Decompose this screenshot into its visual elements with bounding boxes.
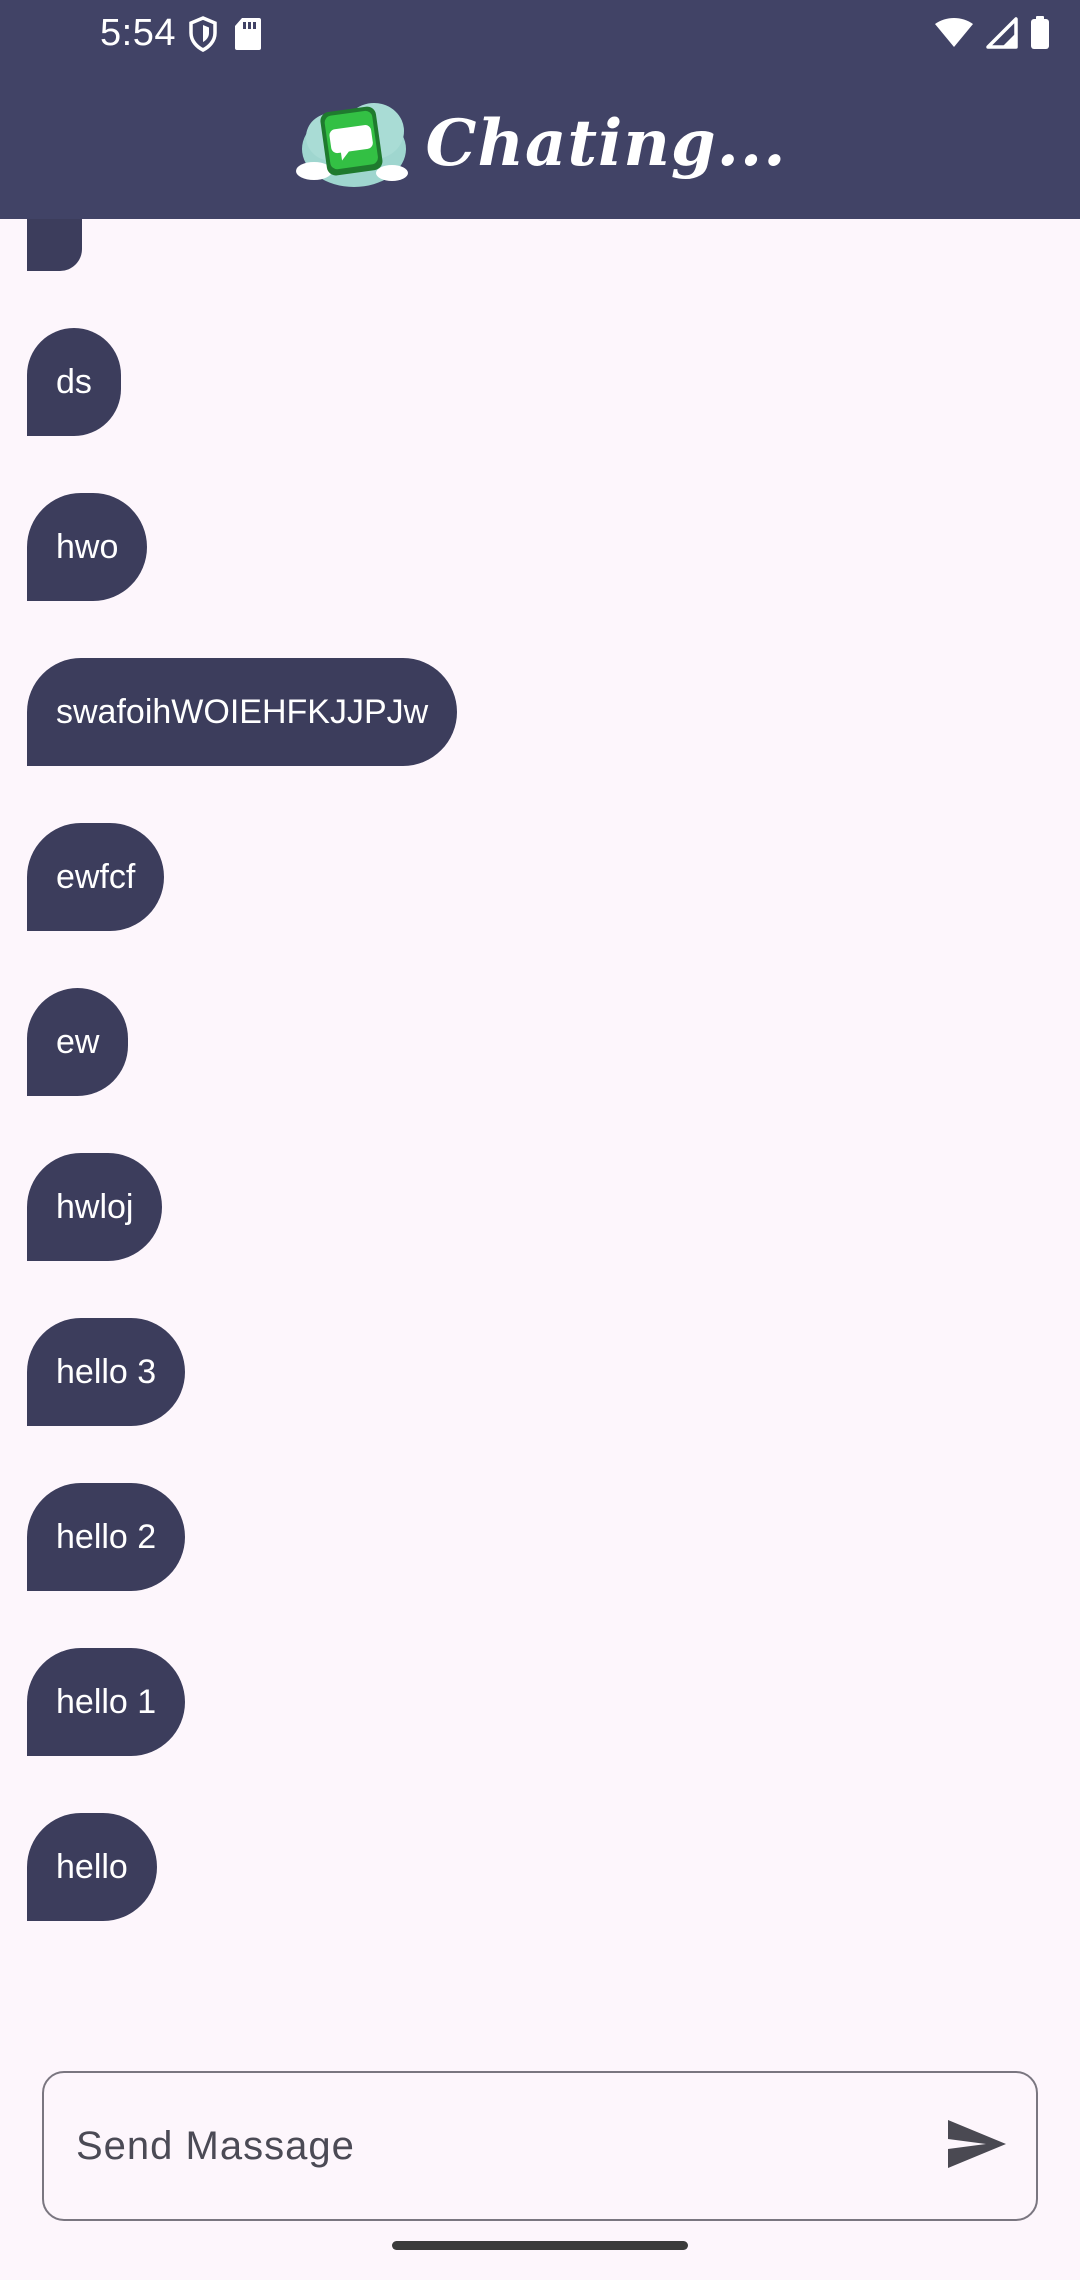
message-bubble[interactable]: ewfcf [27,823,165,931]
status-left-icons [188,16,262,57]
sd-card-icon [234,17,262,56]
message-bubble-partial[interactable] [27,219,82,271]
wifi-icon [934,17,974,54]
chat-cloud-logo-icon [294,89,414,198]
message-composer [42,2071,1038,2221]
message-bubble[interactable]: swafoihWOIEHFKJJPJw [27,658,458,766]
app-title: Chating... [425,105,787,181]
status-right-icons [934,16,1050,55]
message-bubble[interactable]: ds [27,328,121,436]
send-icon [946,2118,1008,2175]
message-bubble[interactable]: hwo [27,493,148,601]
signal-icon [986,17,1018,54]
title-area: Chating... [0,88,1080,198]
battery-icon [1030,16,1050,55]
send-button[interactable] [942,2111,1012,2181]
home-indicator[interactable] [392,2241,688,2250]
shield-icon [188,16,218,57]
message-bubble[interactable]: hello 1 [27,1648,186,1756]
message-bubble[interactable]: hello [27,1813,157,1921]
message-bubble[interactable]: ew [27,988,129,1096]
status-time: 5:54 [100,12,176,54]
message-list[interactable]: ds hwo swafoihWOIEHFKJJPJw ewfcf ew hwlo… [0,219,1080,2019]
message-bubble[interactable]: hello 3 [27,1318,186,1426]
message-bubble[interactable]: hwloj [27,1153,163,1261]
app-bar: 5:54 Chating... [0,0,1080,219]
message-bubble[interactable]: hello 2 [27,1483,186,1591]
message-input[interactable] [76,2073,926,2219]
